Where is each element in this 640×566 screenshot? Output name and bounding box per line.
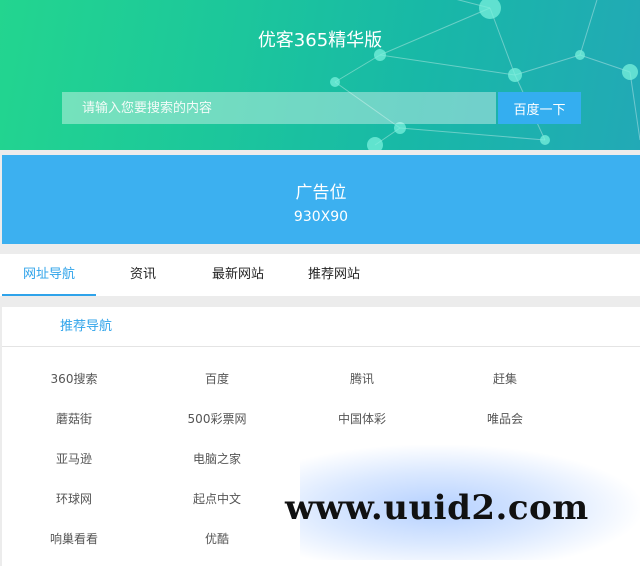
- nav-link[interactable]: 蘑菇街: [4, 410, 144, 427]
- site-title: 优客365精华版: [257, 30, 383, 51]
- search-input[interactable]: [62, 92, 496, 124]
- nav-link[interactable]: 唯品会: [435, 410, 575, 427]
- nav-link[interactable]: 亚马逊: [4, 450, 144, 467]
- nav-link[interactable]: 赶集: [435, 370, 575, 387]
- tab-news[interactable]: 资讯: [118, 254, 168, 296]
- nav-link[interactable]: 起点中文: [147, 490, 287, 507]
- nav-link[interactable]: 腾讯: [292, 370, 432, 387]
- header-banner: 优客365精华版 百度一下: [0, 0, 640, 150]
- nav-link[interactable]: 500彩票网: [147, 410, 287, 427]
- network-decoration: [330, 0, 640, 150]
- search-button[interactable]: 百度一下: [498, 92, 581, 124]
- nav-link[interactable]: 电脑之家: [147, 450, 287, 467]
- nav-link[interactable]: 响巢看看: [4, 530, 144, 547]
- divider: [2, 346, 640, 347]
- tab-url-nav[interactable]: 网址导航: [2, 254, 96, 296]
- nav-link[interactable]: 环球网: [4, 490, 144, 507]
- ad-size: 930X90: [293, 209, 349, 225]
- watermark-text: www.uuid2.com: [285, 488, 589, 528]
- nav-link[interactable]: 360搜索: [4, 370, 144, 387]
- panel-title: 推荐导航: [60, 319, 113, 334]
- tab-recommended-sites[interactable]: 推荐网站: [294, 254, 374, 296]
- nav-link[interactable]: 优酷: [147, 530, 287, 547]
- ad-banner[interactable]: 广告位 930X90: [2, 155, 640, 244]
- tab-bar: 网址导航 资讯 最新网站 推荐网站: [0, 254, 640, 296]
- nav-link[interactable]: 百度: [147, 370, 287, 387]
- tab-latest-sites[interactable]: 最新网站: [198, 254, 278, 296]
- ad-title: 广告位: [295, 183, 347, 203]
- nav-link[interactable]: 中国体彩: [292, 410, 432, 427]
